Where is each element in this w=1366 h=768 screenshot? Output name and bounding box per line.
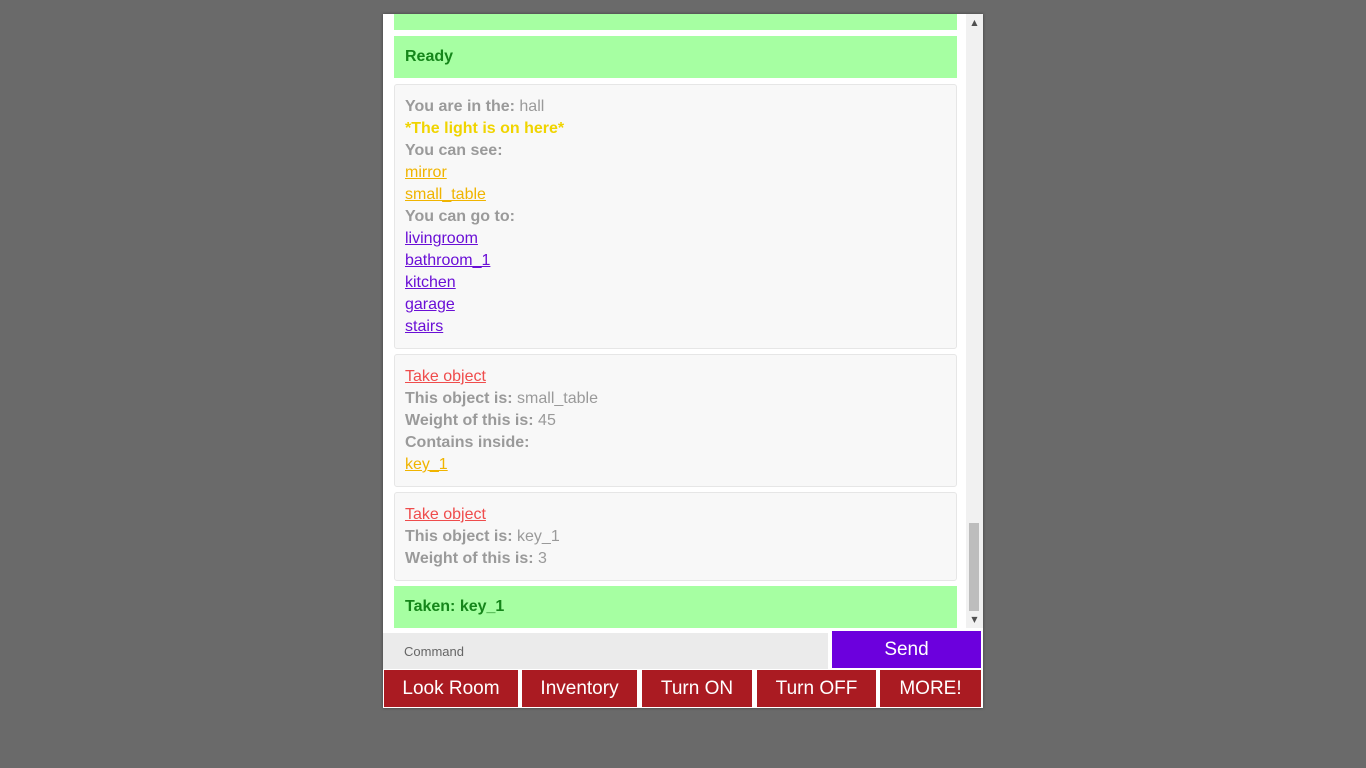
turn-on-button[interactable]: Turn ON: [642, 670, 752, 707]
object-name-value: key_1: [517, 528, 560, 545]
message-log[interactable]: Taken: freezer Ready You are in the: hal…: [383, 14, 966, 628]
object-name-row: This object is: small_table: [405, 388, 946, 410]
scroll-down-arrow-icon[interactable]: ▼: [966, 611, 983, 628]
object-name-label: This object is:: [405, 390, 513, 407]
object-name-value: small_table: [517, 390, 598, 407]
room-link-garage[interactable]: garage: [405, 294, 946, 316]
object-panel-key-1: Take object This object is: key_1 Weight…: [394, 492, 957, 581]
turn-off-button[interactable]: Turn OFF: [757, 670, 876, 707]
object-name-label: This object is:: [405, 528, 513, 545]
object-panel-small-table: Take object This object is: small_table …: [394, 354, 957, 487]
take-object-link[interactable]: Take object: [405, 366, 946, 388]
take-object-link[interactable]: Take object: [405, 504, 946, 526]
more-button[interactable]: MORE!: [880, 670, 981, 707]
contains-label: Contains inside:: [405, 434, 530, 451]
room-link-bathroom-1[interactable]: bathroom_1: [405, 250, 946, 272]
exits-label: You can go to:: [405, 208, 515, 225]
location-label: You are in the:: [405, 98, 515, 115]
object-name-row: This object is: key_1: [405, 526, 946, 548]
command-input[interactable]: [383, 633, 828, 669]
object-weight-row: Weight of this is: 45: [405, 410, 946, 432]
room-description-panel: You are in the: hall *The light is on he…: [394, 84, 957, 349]
object-link-mirror[interactable]: mirror: [405, 162, 946, 184]
room-link-stairs[interactable]: stairs: [405, 316, 946, 338]
room-link-kitchen[interactable]: kitchen: [405, 272, 946, 294]
object-weight-row: Weight of this is: 3: [405, 548, 946, 570]
scroll-up-arrow-icon[interactable]: ▲: [966, 14, 983, 31]
log-scrollbar[interactable]: ▲ ▼: [966, 14, 983, 628]
object-weight-value: 45: [538, 412, 556, 429]
game-window: Taken: freezer Ready You are in the: hal…: [383, 14, 983, 708]
light-status-text: *The light is on here*: [405, 120, 565, 137]
taken-message-freezer: Taken: freezer: [394, 14, 957, 30]
object-weight-label: Weight of this is:: [405, 412, 534, 429]
room-link-livingroom[interactable]: livingroom: [405, 228, 946, 250]
send-button[interactable]: Send: [832, 631, 981, 668]
object-weight-value: 3: [538, 550, 547, 567]
object-link-key-1[interactable]: key_1: [405, 454, 946, 476]
look-room-button[interactable]: Look Room: [384, 670, 518, 707]
inventory-button[interactable]: Inventory: [522, 670, 637, 707]
location-value: hall: [519, 98, 545, 115]
taken-message-key-1: Taken: key_1: [394, 586, 957, 628]
scrollbar-thumb[interactable]: [969, 523, 979, 611]
object-link-small-table[interactable]: small_table: [405, 184, 946, 206]
location-row: You are in the: hall: [405, 96, 946, 118]
visible-objects-label: You can see:: [405, 142, 503, 159]
object-weight-label: Weight of this is:: [405, 550, 534, 567]
ready-message: Ready: [394, 36, 957, 78]
message-log-content: Taken: freezer Ready You are in the: hal…: [394, 14, 957, 628]
